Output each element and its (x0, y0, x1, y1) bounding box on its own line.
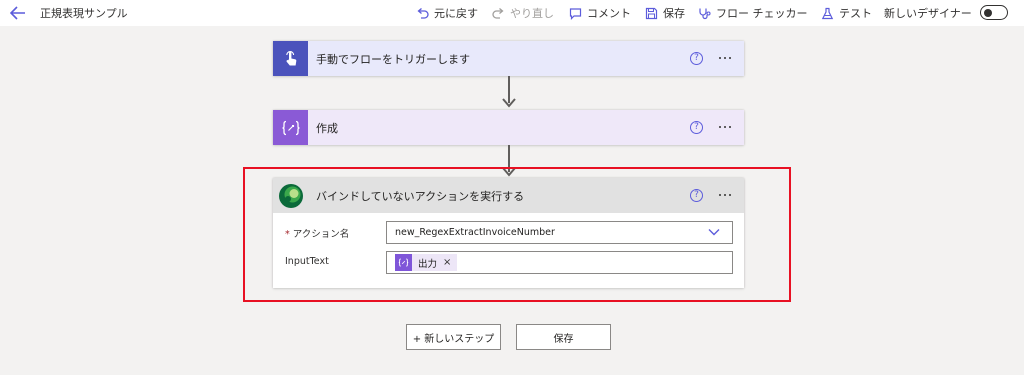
compose-expression-icon (273, 110, 308, 145)
comment-button[interactable]: コメント (569, 4, 631, 22)
flow-title: 正規表現サンプル (40, 7, 128, 20)
help-icon[interactable]: ? (690, 121, 703, 134)
redo-label: やり直し (510, 7, 554, 20)
flask-icon (821, 7, 834, 19)
help-icon[interactable]: ? (690, 52, 703, 65)
new-designer-label: 新しいデザイナー (884, 7, 972, 20)
flow-checker-label: フロー チェッカー (716, 7, 808, 20)
save-toolbar-button[interactable]: 保存 (645, 4, 685, 22)
save-icon (645, 7, 658, 19)
arrow-down-icon (502, 98, 516, 108)
comment-icon (569, 7, 582, 20)
redo-icon (492, 7, 504, 19)
test-button[interactable]: テスト (821, 4, 872, 22)
trigger-card-header[interactable]: 手動でフローをトリガーします ? (273, 41, 744, 76)
more-options-button[interactable] (714, 49, 736, 67)
trigger-title: 手動でフローをトリガーします (316, 52, 470, 66)
top-bar: 正規表現サンプル 元に戻す やり直し コメント 保存 フロー チェッカー テスト… (0, 0, 1024, 26)
highlight-box (243, 167, 791, 302)
arrow-left-icon (10, 6, 25, 20)
save-button[interactable]: 保存 (516, 324, 611, 350)
undo-icon (417, 7, 429, 19)
new-step-button[interactable]: + 新しいステップ (406, 324, 501, 350)
save-toolbar-label: 保存 (663, 7, 685, 20)
new-designer-toggle[interactable] (980, 5, 1008, 20)
undo-label: 元に戻す (434, 7, 478, 20)
compose-card-header[interactable]: 作成 ? (273, 110, 744, 145)
stethoscope-icon (699, 8, 711, 19)
redo-button[interactable]: やり直し (492, 4, 554, 22)
undo-button[interactable]: 元に戻す (416, 4, 478, 22)
toggle-knob (984, 8, 992, 17)
compose-title: 作成 (316, 121, 338, 135)
back-button[interactable] (9, 4, 27, 22)
trigger-card[interactable]: 手動でフローをトリガーします ? (273, 41, 744, 76)
comment-label: コメント (587, 7, 631, 20)
more-options-button[interactable] (714, 118, 736, 136)
compose-card[interactable]: 作成 ? (273, 110, 744, 145)
test-label: テスト (839, 7, 872, 20)
flow-checker-button[interactable]: フロー チェッカー (698, 4, 808, 22)
touch-hand-icon (273, 41, 308, 76)
